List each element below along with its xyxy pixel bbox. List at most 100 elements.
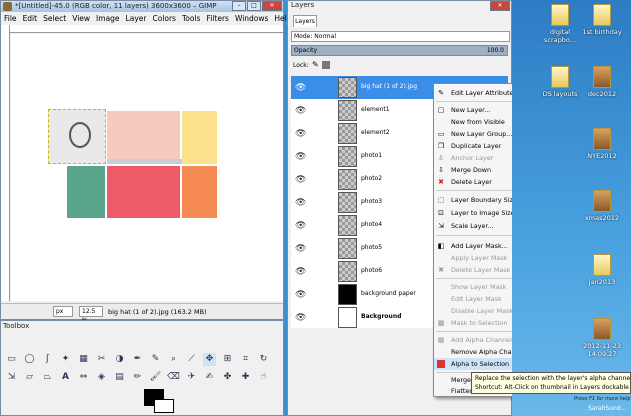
menu-image[interactable]: Image	[93, 13, 123, 24]
layer-thumbnail[interactable]	[338, 100, 357, 121]
unit-select[interactable]: px	[53, 306, 73, 317]
eraser-tool-icon[interactable]: ⌫	[167, 371, 180, 384]
layer-thumbnail[interactable]	[338, 307, 357, 328]
scale-tool-icon[interactable]: ⇲	[5, 371, 18, 384]
tooltip-line1: Replace the selection with the layer's a…	[475, 375, 631, 382]
visibility-eye-icon[interactable]: 👁	[295, 244, 306, 254]
desktop-icon-photo-2012-11-23[interactable]: 2012-11-23 14.09.27	[582, 318, 622, 358]
text-tool-icon[interactable]: A	[59, 371, 72, 384]
visibility-eye-icon[interactable]: 👁	[295, 175, 306, 185]
foreground-select-tool-icon[interactable]: ◑	[113, 353, 126, 366]
crop-tool-icon[interactable]: ⌗	[239, 353, 252, 366]
desktop-icon-ds-layouts[interactable]: DS layouts	[540, 66, 580, 98]
move-tool-icon[interactable]: ✥	[203, 353, 216, 366]
menu-select[interactable]: Select	[40, 13, 69, 24]
layer-thumbnail[interactable]	[338, 215, 357, 236]
ellipse-select-tool-icon[interactable]: ◯	[23, 353, 36, 366]
desktop-icon-xmas2012[interactable]: xmas2012	[582, 190, 622, 222]
tooltip-line2: Shortcut: Alt-Click on thumbnail in Laye…	[475, 384, 629, 391]
color-picker-tool-icon[interactable]: ✎	[149, 353, 162, 366]
layer-name: photo5	[361, 244, 383, 251]
visibility-eye-icon[interactable]: 👁	[295, 267, 306, 277]
layer-name: photo4	[361, 221, 383, 228]
measure-tool-icon[interactable]: ⟋	[185, 353, 198, 366]
visibility-eye-icon[interactable]: 👁	[295, 313, 306, 323]
desktop-icon-jan2013[interactable]: jan2013	[582, 254, 622, 286]
visibility-eye-icon[interactable]: 👁	[295, 290, 306, 300]
visibility-eye-icon[interactable]: 👁	[295, 129, 306, 139]
mode-select[interactable]: Mode: Normal	[291, 31, 510, 42]
blend-tool-icon[interactable]: ▤	[113, 371, 126, 384]
desktop-icon-1st-birthday[interactable]: 1st birthday	[582, 4, 622, 36]
layer-thumbnail[interactable]	[338, 77, 357, 98]
folder-icon	[551, 66, 569, 88]
layer-thumbnail[interactable]	[338, 169, 357, 190]
visibility-eye-icon[interactable]: 👁	[295, 83, 306, 93]
tab-layers[interactable]: Layers	[293, 15, 317, 27]
rotate-tool-icon[interactable]: ↻	[257, 353, 270, 366]
image-canvas[interactable]	[11, 34, 283, 301]
shear-tool-icon[interactable]: ▱	[23, 371, 36, 384]
layer-thumbnail[interactable]	[338, 284, 357, 305]
visibility-eye-icon[interactable]: 👁	[295, 198, 306, 208]
visibility-eye-icon[interactable]: 👁	[295, 106, 306, 116]
anchor-icon: ⚓	[437, 154, 445, 162]
menu-filters[interactable]: Filters	[203, 13, 231, 24]
desktop-icon-nye2012[interactable]: NYE2012	[582, 128, 622, 160]
horizontal-ruler[interactable]	[10, 25, 283, 33]
visibility-eye-icon[interactable]: 👁	[295, 221, 306, 231]
image-file-icon	[593, 318, 611, 340]
opacity-label: Opacity	[294, 47, 318, 54]
lock-alpha-icon[interactable]	[322, 61, 330, 69]
layer-thumbnail[interactable]	[338, 261, 357, 282]
desktop-icon-dec2012[interactable]: dec2012	[582, 66, 622, 98]
clone-tool-icon[interactable]: ✤	[221, 371, 234, 384]
flip-tool-icon[interactable]: ⇔	[77, 371, 90, 384]
pencil-tool-icon[interactable]: ✏	[131, 371, 144, 384]
menu-view[interactable]: View	[69, 13, 93, 24]
menu-layer[interactable]: Layer	[123, 13, 150, 24]
layer-name: big hat (1 of 2).jpg	[361, 83, 418, 90]
airbrush-tool-icon[interactable]: ✈	[185, 371, 198, 384]
layer-name: photo1	[361, 152, 383, 159]
menu-tools[interactable]: Tools	[179, 13, 203, 24]
opacity-slider[interactable]: Opacity 100.0	[291, 45, 508, 56]
gimp-app-icon	[3, 2, 12, 11]
ink-tool-icon[interactable]: ✍	[203, 371, 216, 384]
rect-select-tool-icon[interactable]: ▭	[5, 353, 18, 366]
lock-pixels-icon[interactable]: ✎	[312, 60, 319, 69]
zoom-select[interactable]: 12.5 %	[79, 306, 103, 324]
layers-close-button[interactable]: ✕	[490, 1, 510, 11]
color-select-tool-icon[interactable]: ▦	[77, 353, 90, 366]
background-color-swatch[interactable]	[154, 399, 174, 413]
zoom-tool-icon[interactable]: ⌕	[167, 353, 180, 366]
delete-icon: ✖	[438, 178, 444, 186]
layers-window-controls: ✕	[489, 1, 510, 11]
close-button[interactable]: ✕	[262, 1, 282, 11]
paths-tool-icon[interactable]: ✒	[131, 353, 144, 366]
minimize-button[interactable]: –	[232, 1, 246, 11]
scissors-tool-icon[interactable]: ✂	[95, 353, 108, 366]
gimp-image-window: *[Untitled]-45.0 (RGB color, 11 layers) …	[0, 0, 292, 324]
menu-file[interactable]: File	[1, 13, 20, 24]
maximize-button[interactable]: □	[247, 1, 261, 11]
menu-windows[interactable]: Windows	[232, 13, 271, 24]
desktop-icon-digital-scrapbo[interactable]: digital scrapbo...	[540, 4, 580, 44]
align-tool-icon[interactable]: ⊞	[221, 353, 234, 366]
smudge-tool-icon[interactable]: ☝	[257, 371, 270, 384]
layer-thumbnail[interactable]	[338, 146, 357, 167]
paintbrush-tool-icon[interactable]: 🖌	[149, 371, 162, 384]
fuzzy-select-tool-icon[interactable]: ✦	[59, 353, 72, 366]
vertical-ruler[interactable]	[1, 25, 10, 301]
layer-thumbnail[interactable]	[338, 192, 357, 213]
layer-thumbnail[interactable]	[338, 123, 357, 144]
menu-edit[interactable]: Edit	[20, 13, 41, 24]
heal-tool-icon[interactable]: ✚	[239, 371, 252, 384]
layer-thumbnail[interactable]	[338, 238, 357, 259]
free-select-tool-icon[interactable]: ʃ	[41, 353, 54, 366]
menu-colors[interactable]: Colors	[149, 13, 179, 24]
bucket-fill-tool-icon[interactable]: ◈	[95, 371, 108, 384]
gimp-titlebar[interactable]: *[Untitled]-45.0 (RGB color, 11 layers) …	[1, 1, 283, 12]
perspective-tool-icon[interactable]: ⏢	[41, 371, 54, 384]
visibility-eye-icon[interactable]: 👁	[295, 152, 306, 162]
